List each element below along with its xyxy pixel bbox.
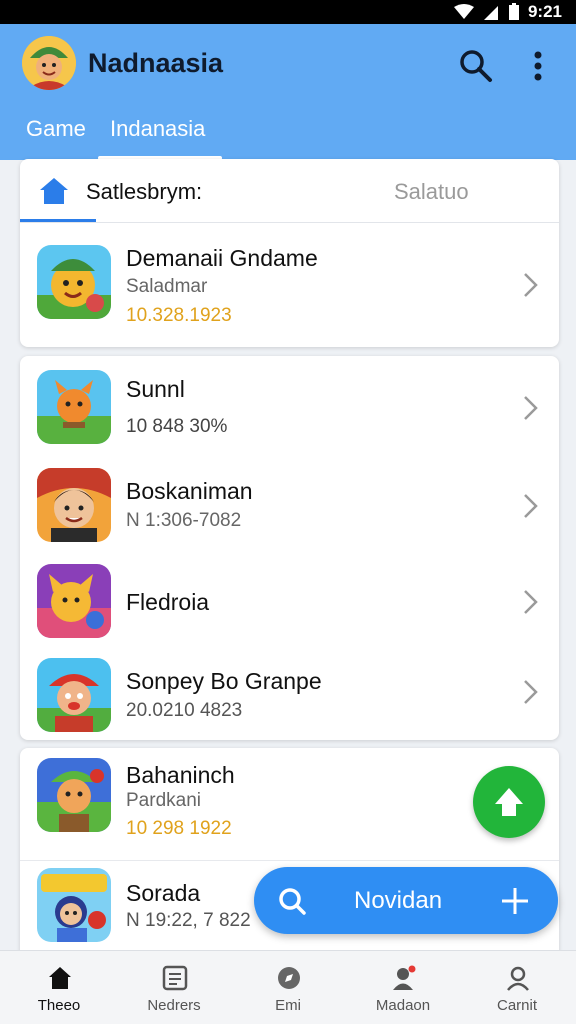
game-count: 10 848 30% — [126, 416, 228, 437]
status-icons: 9:21 — [453, 2, 562, 22]
game-icon — [37, 245, 111, 319]
chevron-right-icon — [524, 396, 538, 420]
pill-label: Novidan — [354, 887, 443, 914]
game-count: 20.0210 4823 — [126, 700, 243, 721]
signal-icon — [483, 6, 498, 20]
game-list-item[interactable]: Boskaniman N 1:306-7082 — [20, 454, 559, 552]
game-name: Sonpey Bo Granpe — [126, 668, 322, 694]
wifi-icon — [453, 4, 474, 19]
game-name: Fledroia — [126, 589, 210, 615]
game-list-item[interactable]: Demanaii Gndame Saladmar 10.328.1923 — [20, 223, 559, 347]
app-header: Nadnaasia Game Indanasia — [0, 24, 576, 160]
news-icon — [162, 965, 188, 991]
home-icon[interactable] — [36, 173, 72, 209]
search-icon[interactable] — [456, 46, 496, 86]
nav-item-news[interactable]: Nedrers — [129, 959, 219, 1021]
tab-indanasia[interactable]: Indanasia — [110, 116, 205, 142]
nav-label: Madaon — [375, 997, 431, 1014]
subheader-action[interactable]: Salatuo — [394, 179, 469, 205]
game-icon — [37, 370, 111, 444]
game-icon — [37, 758, 111, 832]
game-count: N 19:22, 7 822 — [126, 910, 251, 931]
subheader-indicator — [20, 219, 96, 222]
chevron-right-icon — [524, 680, 538, 704]
game-subtitle: Pardkani — [126, 790, 201, 811]
game-name: Boskaniman — [126, 478, 253, 504]
home-icon — [49, 967, 71, 989]
game-name: Sorada — [126, 880, 201, 906]
nav-item-explore[interactable]: Emi — [243, 959, 333, 1021]
game-name: Sunnl — [126, 376, 185, 402]
game-count: 10.328.1923 — [126, 305, 232, 326]
person-badge-icon — [393, 965, 416, 990]
nav-item-profile[interactable]: Carnit — [472, 959, 562, 1021]
search-pill-button[interactable]: Novidan — [254, 867, 558, 934]
chevron-right-icon — [524, 273, 538, 297]
game-list-item[interactable]: Sunnl 10 848 30% — [20, 356, 559, 454]
nav-item-notifications[interactable]: Madaon — [358, 959, 448, 1021]
compass-icon — [278, 967, 300, 989]
game-name: Bahaninch — [126, 762, 235, 788]
game-icon — [37, 564, 111, 638]
nav-label: Carnit — [496, 997, 537, 1014]
section-subheader: Satlesbrym: Salatuo — [20, 159, 559, 223]
house-arrow-icon — [495, 788, 523, 816]
battery-icon — [508, 3, 519, 20]
nav-label: Theeo — [37, 997, 81, 1014]
app-title: Nadnaasia — [88, 48, 224, 78]
plus-icon — [502, 888, 528, 914]
character-avatar-icon — [22, 36, 76, 90]
app-logo[interactable] — [22, 36, 76, 90]
status-time: 9:21 — [527, 2, 562, 21]
nav-item-home[interactable]: Theeo — [14, 959, 104, 1021]
more-vert-icon[interactable] — [524, 46, 552, 86]
game-count: 10 298 1922 — [126, 818, 232, 839]
fab-action-button[interactable] — [473, 766, 545, 838]
nav-label: Nedrers — [147, 997, 201, 1014]
game-name: Demanaii Gndame — [126, 245, 318, 271]
game-count: N 1:306-7082 — [126, 510, 242, 531]
game-list-item[interactable]: Sonpey Bo Granpe 20.0210 4823 — [20, 650, 559, 740]
chevron-right-icon — [524, 590, 538, 614]
game-subtitle: Saladmar — [126, 276, 208, 297]
game-icon — [37, 868, 111, 942]
game-icon — [37, 468, 111, 542]
profile-icon — [507, 966, 529, 991]
status-bar: 9:21 — [0, 0, 576, 24]
nav-label: Emi — [275, 997, 301, 1014]
game-icon — [37, 658, 111, 732]
bottom-navigation: Theeo Nedrers Emi Madaon Carnit — [0, 950, 576, 1024]
search-icon — [279, 888, 306, 915]
game-list-card: Sunnl 10 848 30% Boskaniman N 1:306-7082 — [20, 356, 559, 740]
chevron-right-icon — [524, 494, 538, 518]
game-list-item[interactable]: Fledroia — [20, 552, 559, 650]
subheader-title: Satlesbrym: — [86, 179, 203, 204]
tab-game[interactable]: Game — [26, 116, 86, 142]
featured-card: Satlesbrym: Salatuo Demanaii Gndame Sala… — [20, 159, 559, 347]
list-divider — [20, 860, 559, 861]
